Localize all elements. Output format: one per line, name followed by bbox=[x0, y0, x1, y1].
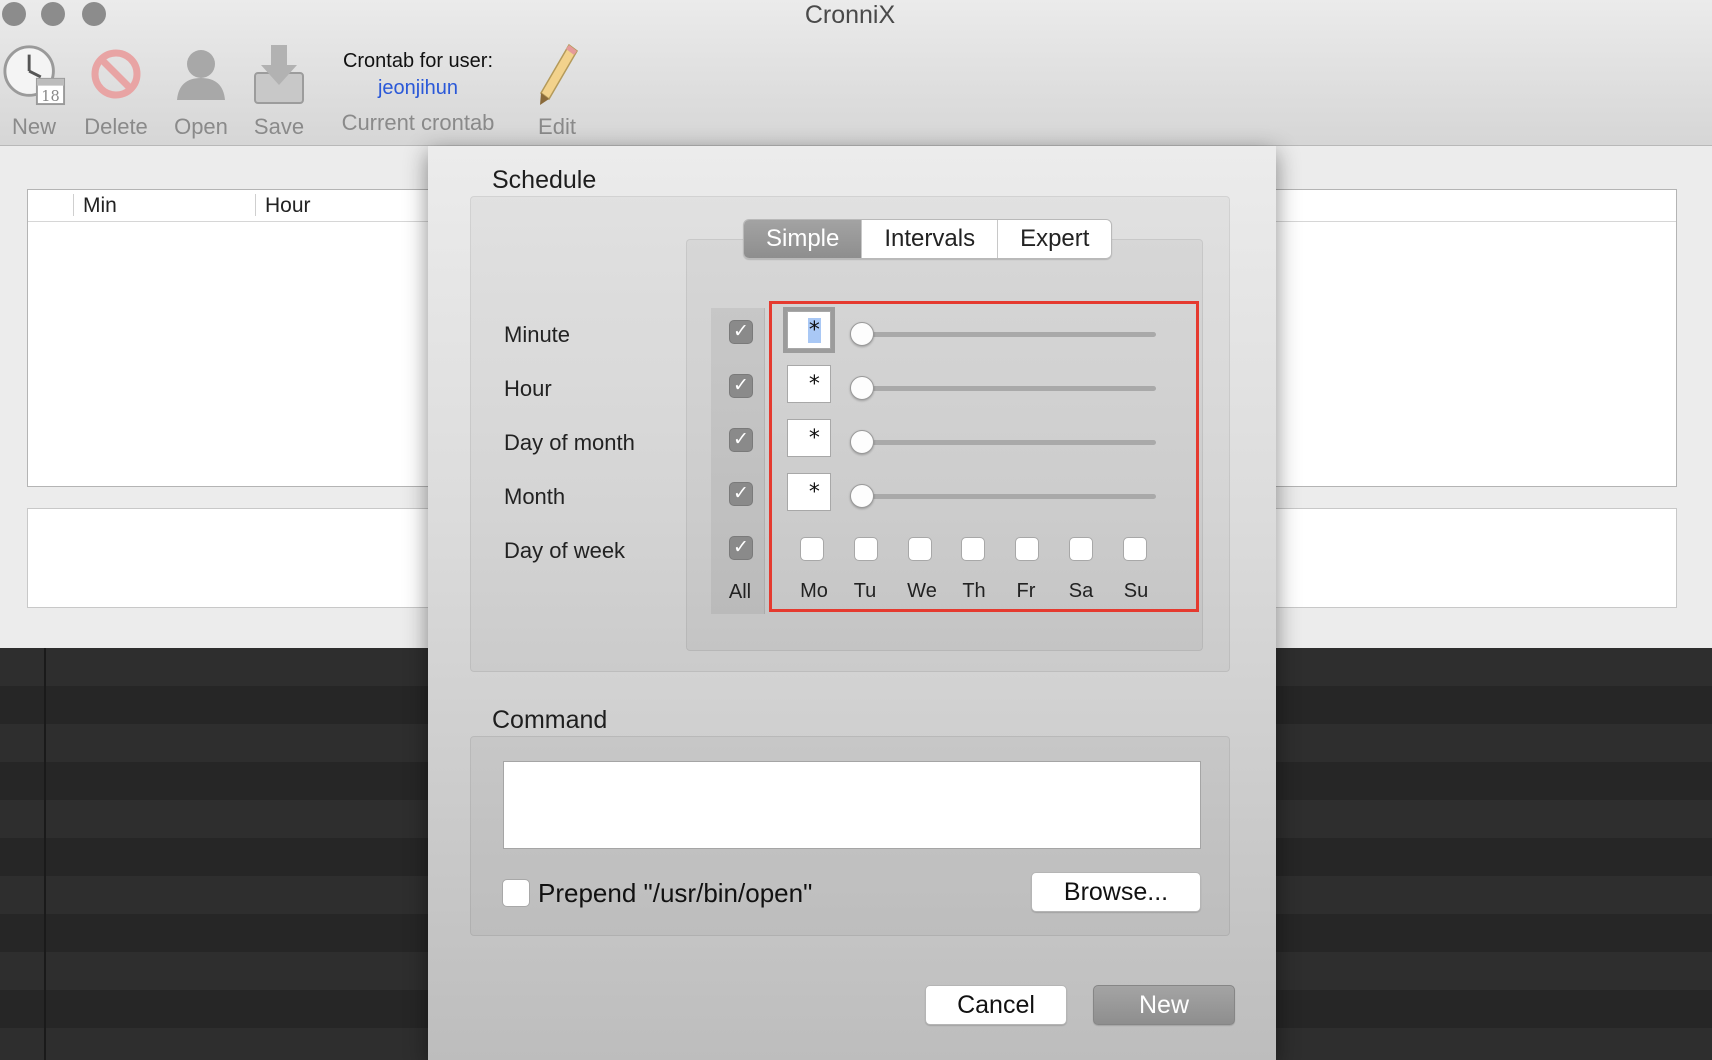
toolbar-new-button[interactable]: 18 New bbox=[2, 40, 66, 140]
disk-download-icon bbox=[248, 40, 310, 108]
toolbar-save-button[interactable]: Save bbox=[248, 40, 310, 140]
titlebar-toolbar: CronniX 18 New Delete Open Save Crontab … bbox=[0, 0, 1712, 146]
crontab-title: Crontab for user: bbox=[342, 50, 494, 72]
column-header-min[interactable]: Min bbox=[83, 194, 117, 218]
schedule-title: Schedule bbox=[492, 166, 597, 194]
browse-button[interactable]: Browse... bbox=[1031, 872, 1201, 912]
tab-simple[interactable]: Simple bbox=[744, 220, 862, 258]
day-of-month-all-checkbox[interactable]: ✓ bbox=[729, 428, 753, 452]
current-crontab-label: Current crontab bbox=[341, 110, 495, 135]
day-of-week-label: Day of week bbox=[504, 538, 626, 563]
toolbar-edit-button[interactable]: Edit bbox=[532, 40, 582, 140]
crontab-user-info: Crontab for user: jeonjihun Current cron… bbox=[328, 50, 508, 136]
prepend-open-checkbox[interactable] bbox=[502, 879, 530, 907]
desktop-divider bbox=[44, 648, 46, 1060]
no-entry-icon bbox=[80, 40, 152, 108]
toolbar-delete-label: Delete bbox=[84, 114, 148, 139]
command-input[interactable] bbox=[503, 761, 1201, 849]
tab-intervals[interactable]: Intervals bbox=[861, 220, 998, 258]
clock-calendar-icon: 18 bbox=[2, 40, 66, 108]
column-separator bbox=[255, 194, 256, 216]
minute-all-checkbox[interactable]: ✓ bbox=[729, 320, 753, 344]
all-column-label: All bbox=[728, 581, 752, 603]
toolbar-save-label: Save bbox=[253, 114, 305, 139]
toolbar-delete-button[interactable]: Delete bbox=[80, 40, 152, 140]
svg-text:18: 18 bbox=[41, 89, 60, 105]
cancel-button[interactable]: Cancel bbox=[925, 985, 1067, 1025]
pencil-icon bbox=[532, 40, 582, 108]
schedule-mode-segmented-control: Simple Intervals Expert bbox=[743, 219, 1113, 259]
month-label: Month bbox=[504, 484, 566, 509]
prepend-open-label[interactable]: Prepend "/usr/bin/open" bbox=[538, 878, 812, 909]
month-all-checkbox[interactable]: ✓ bbox=[729, 482, 753, 506]
hour-all-checkbox[interactable]: ✓ bbox=[729, 374, 753, 398]
command-title: Command bbox=[492, 706, 608, 734]
toolbar-edit-label: Edit bbox=[538, 114, 576, 139]
all-column bbox=[711, 308, 765, 614]
toolbar-open-button[interactable]: Open bbox=[170, 40, 232, 140]
column-separator bbox=[73, 194, 74, 216]
toolbar-open-label: Open bbox=[174, 114, 228, 139]
new-button[interactable]: New bbox=[1093, 985, 1235, 1025]
person-icon bbox=[170, 40, 232, 108]
column-header-hour[interactable]: Hour bbox=[265, 194, 311, 218]
window-title: CronniX bbox=[804, 1, 896, 29]
toolbar-new-label: New bbox=[11, 114, 56, 139]
hour-label: Hour bbox=[504, 376, 552, 401]
day-of-week-all-checkbox[interactable]: ✓ bbox=[729, 536, 753, 560]
tab-expert[interactable]: Expert bbox=[997, 220, 1112, 258]
minute-label: Minute bbox=[504, 322, 571, 347]
day-of-month-label: Day of month bbox=[504, 430, 635, 455]
crontab-username[interactable]: jeonjihun bbox=[328, 77, 508, 100]
highlight-annotation-box bbox=[769, 301, 1199, 612]
